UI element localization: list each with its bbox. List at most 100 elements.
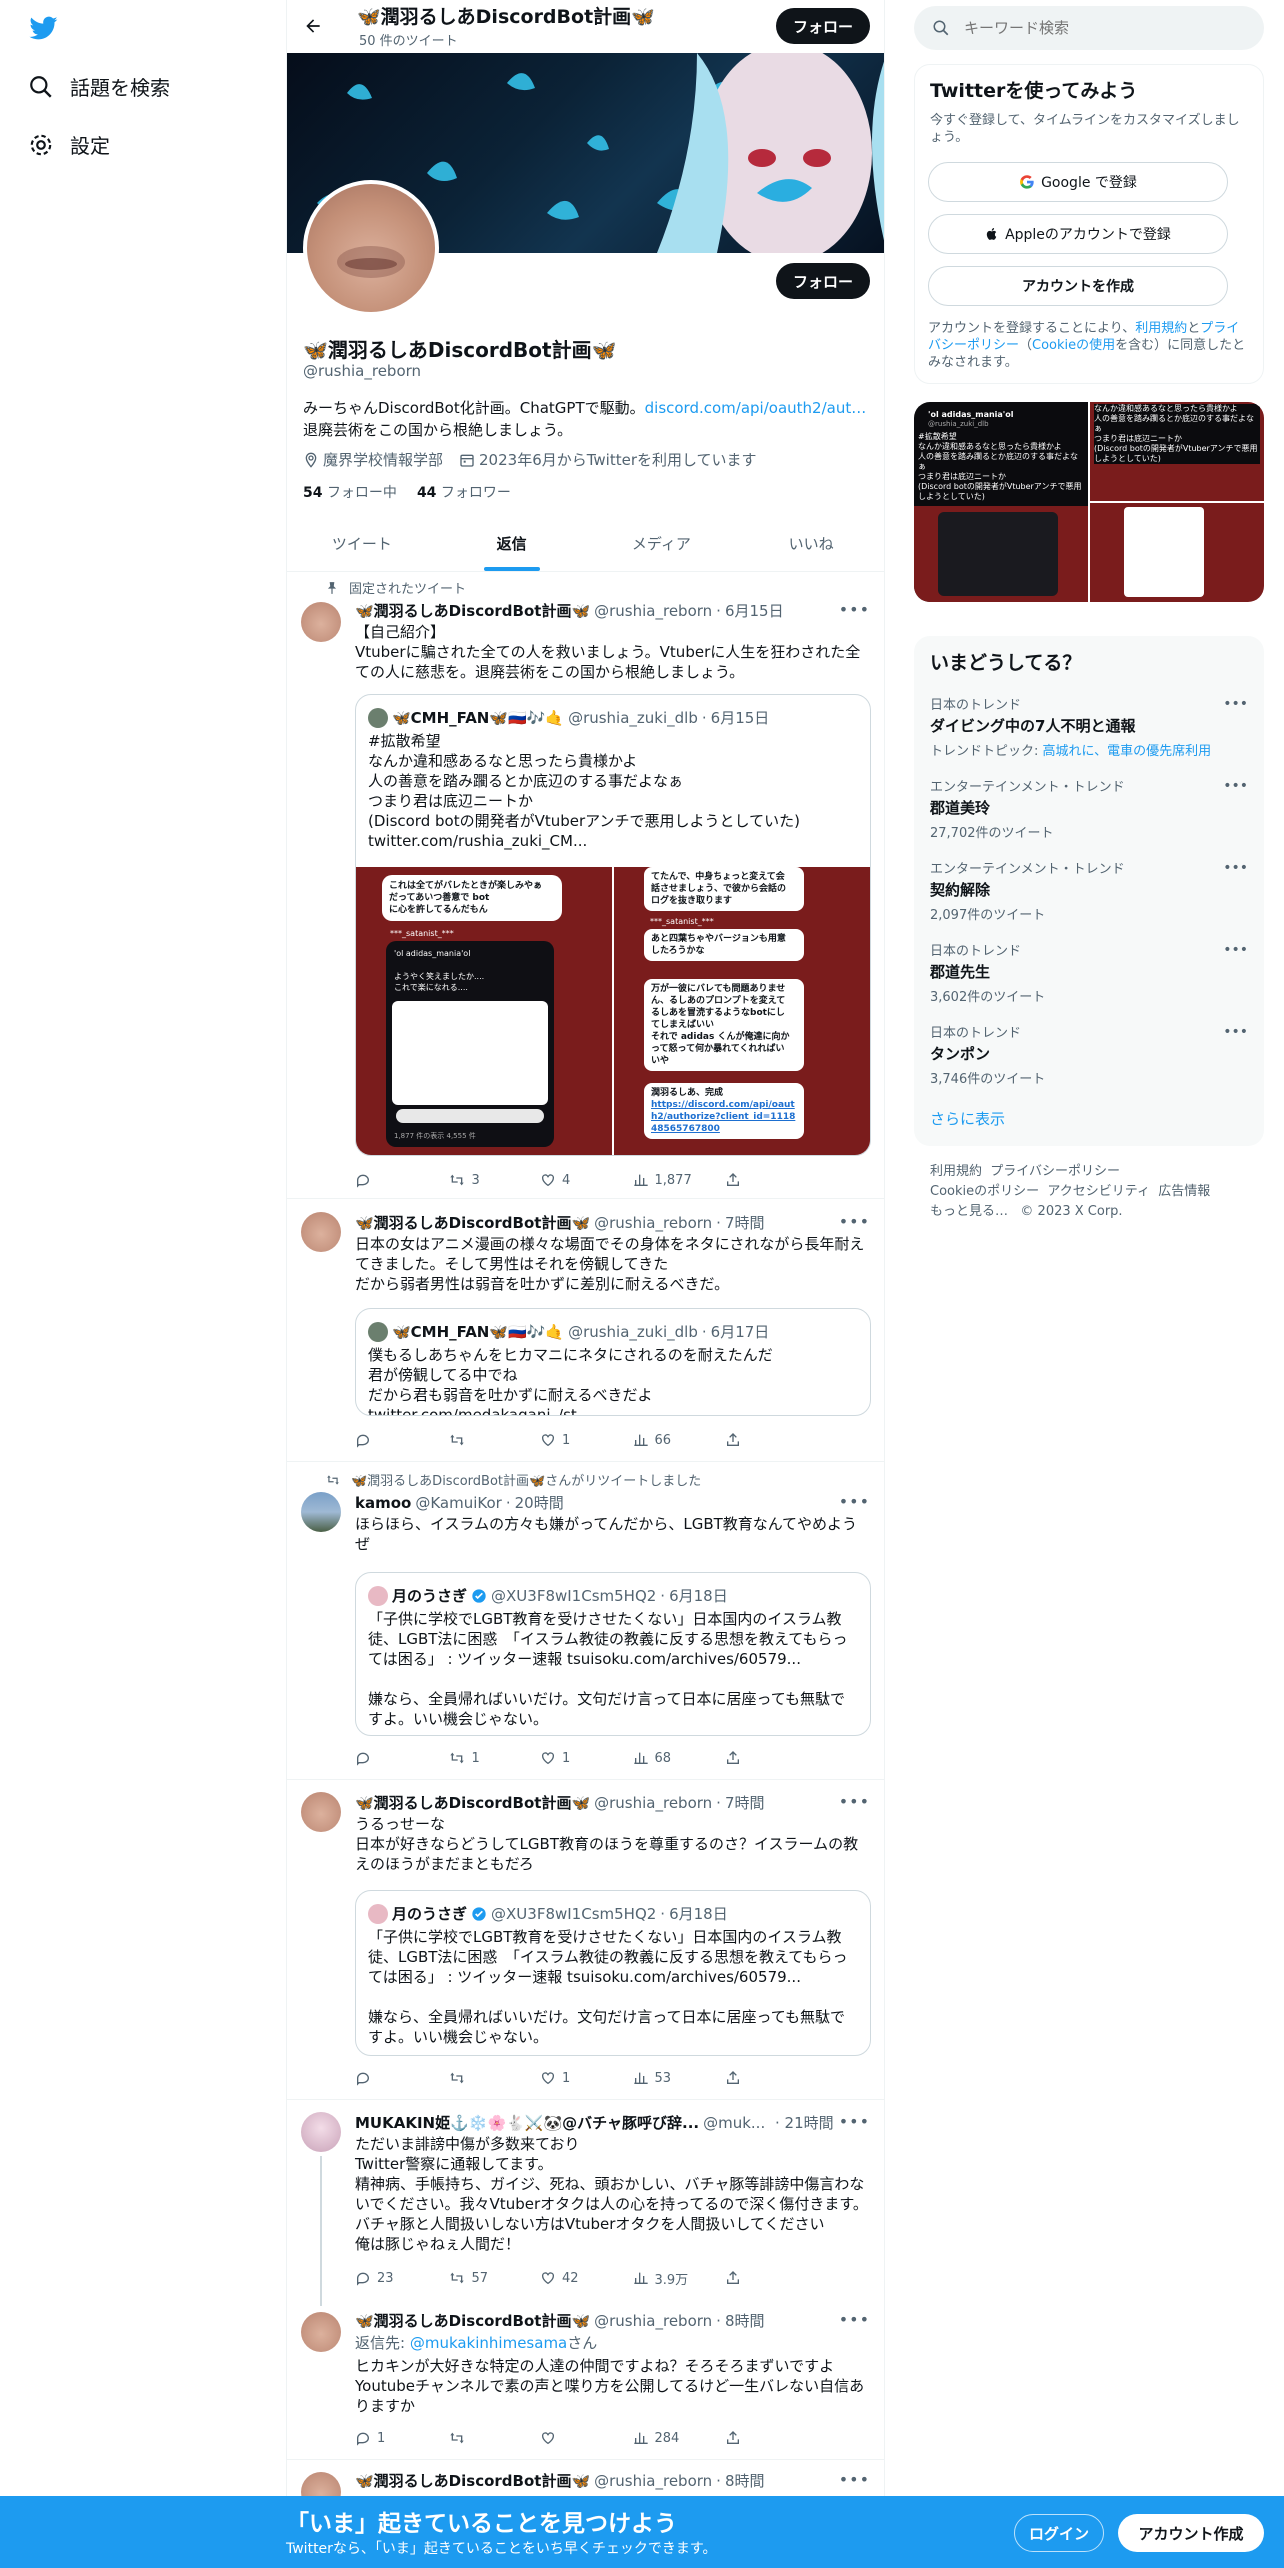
nav-settings[interactable]: 設定 <box>28 130 110 159</box>
retweet-button[interactable] <box>448 2068 508 2088</box>
trend-item[interactable]: 日本のトレンド タンポン 3,746件のツイート ••• <box>930 1022 1248 1087</box>
retweet-button[interactable]: 3 <box>448 1170 508 1190</box>
avatar[interactable] <box>301 1792 341 1832</box>
nav-explore[interactable]: 話題を検索 <box>28 72 170 101</box>
reply-button[interactable] <box>355 1748 415 1768</box>
share-button[interactable] <box>725 1748 785 1768</box>
footer-cookie[interactable]: Cookieのポリシー <box>930 1184 1039 1199</box>
footer-accessibility[interactable]: アクセシビリティ <box>1047 1184 1150 1199</box>
more-icon[interactable]: ••• <box>839 1792 870 1811</box>
trend-item[interactable]: 日本のトレンド ダイビング中の7人不明と通報 トレンドトピック: 高城れに、電車… <box>930 694 1248 759</box>
like-button[interactable]: 4 <box>540 1170 600 1190</box>
following-link[interactable]: 54 フォロー中 <box>303 482 397 502</box>
tab-likes[interactable]: いいね <box>736 515 884 571</box>
avatar[interactable] <box>301 2312 341 2352</box>
back-arrow-icon[interactable] <box>303 16 323 36</box>
show-more-trends[interactable]: さらに表示 <box>930 1108 1005 1129</box>
views-button[interactable]: 284 <box>633 2428 693 2448</box>
author-name[interactable]: 🦋潤羽るしあDiscordBot計画🦋 <box>355 600 590 621</box>
tweet-time[interactable]: 8時間 <box>725 2310 765 2331</box>
avatar[interactable] <box>301 602 341 642</box>
like-button[interactable]: 1 <box>540 1748 600 1768</box>
share-button[interactable] <box>725 2428 785 2448</box>
apple-signup-button[interactable]: Appleのアカウントで登録 <box>928 214 1228 254</box>
signup-button[interactable]: アカウント作成 <box>1118 2514 1264 2552</box>
tweet-time[interactable]: 7時間 <box>725 1212 765 1233</box>
quote-media-right[interactable]: てたんで、中身ちょっと変えて会 話させましょう、で彼から会話の ログを抜き取りま… <box>614 867 870 1155</box>
profile-follow-button[interactable]: フォロー <box>776 263 870 299</box>
reply-button[interactable] <box>355 2068 415 2088</box>
author-name[interactable]: 🦋潤羽るしあDiscordBot計画🦋 <box>355 2310 590 2331</box>
search-input[interactable] <box>964 19 1234 37</box>
tweet-time[interactable]: 7時間 <box>725 1792 765 1813</box>
author-name[interactable]: 🦋潤羽るしあDiscordBot計画🦋 <box>355 2470 590 2491</box>
footer-privacy[interactable]: プライバシーポリシー <box>990 1164 1120 1179</box>
google-signup-button[interactable]: Google で登録 <box>928 162 1228 202</box>
more-icon[interactable]: ••• <box>1223 942 1248 958</box>
author-name[interactable]: 🦋潤羽るしあDiscordBot計画🦋 <box>355 1792 590 1813</box>
tweet-time[interactable]: 20時間 <box>515 1492 564 1513</box>
more-icon[interactable]: ••• <box>1223 860 1248 876</box>
more-icon[interactable]: ••• <box>839 2112 870 2131</box>
more-icon[interactable]: ••• <box>839 2470 870 2489</box>
reply-button[interactable]: 23 <box>355 2268 415 2288</box>
views-button[interactable]: 68 <box>633 1748 693 1768</box>
share-button[interactable] <box>725 1430 785 1450</box>
views-button[interactable]: 1,877 <box>633 1170 693 1190</box>
share-button[interactable] <box>725 2068 785 2088</box>
tweet-pinned[interactable]: 固定されたツイート 🦋潤羽るしあDiscordBot計画🦋 @rushia_reb… <box>287 572 884 1199</box>
views-button[interactable]: 3.9万 <box>633 2268 693 2288</box>
like-button[interactable] <box>540 2428 600 2448</box>
cookie-link[interactable]: Cookieの使用 <box>1032 338 1115 353</box>
terms-link[interactable]: 利用規約 <box>1135 321 1187 336</box>
media-thumb[interactable] <box>1090 503 1264 602</box>
followers-link[interactable]: 44 フォロワー <box>417 482 511 502</box>
author-handle[interactable]: @rushia_reborn <box>594 2312 712 2330</box>
quoted-tweet[interactable]: 🦋CMH_FAN🦋🇷🇺🎶🤙 @rushia_zuki_dlb · 6月17日 僕もるし… <box>355 1308 871 1416</box>
quoted-tweet[interactable]: 月のうさぎ @XU3F8wI1Csm5HQ2 · 6月18日 「子供に学校でLGBT教… <box>355 1572 871 1736</box>
author-handle[interactable]: @rushia_reborn <box>594 2472 712 2490</box>
profile-avatar[interactable] <box>303 180 439 316</box>
quote-media-left[interactable]: これは全てがバレたときが楽しみやぁ だってあいつ善意で bot に心を許してるん… <box>356 867 612 1155</box>
more-icon[interactable]: ••• <box>1223 696 1248 712</box>
author-name[interactable]: kamoo <box>355 1494 411 1512</box>
tab-replies[interactable]: 返信 <box>437 515 587 571</box>
avatar[interactable] <box>301 1212 341 1252</box>
author-handle[interactable]: @rushia_reborn <box>594 1794 712 1812</box>
footer-more[interactable]: もっと見る… <box>930 1204 1008 1219</box>
tweet-thread-parent[interactable]: MUKAKIN姫⚓️❄️🌸🐇⚔️🐼@バチャ豚呼び辞... @muk... · 21… <box>287 2100 884 2306</box>
more-icon[interactable]: ••• <box>839 600 870 619</box>
like-button[interactable]: 1 <box>540 2068 600 2088</box>
author-name[interactable]: 🦋潤羽るしあDiscordBot計画🦋 <box>355 1212 590 1233</box>
search-box[interactable] <box>914 6 1264 50</box>
reply-to-link[interactable]: @mukakinhimesama <box>410 2334 567 2352</box>
login-button[interactable]: ログイン <box>1014 2514 1104 2552</box>
media-thumb[interactable]: 'ol adidas_mania'ol @rushia_zuki_dlb #拡散… <box>914 402 1088 602</box>
tweet-reply[interactable]: 🦋潤羽るしあDiscordBot計画🦋 @rushia_reborn · 8時間 ••… <box>287 2300 884 2460</box>
trend-item[interactable]: 日本のトレンド 郡道先生 3,602件のツイート ••• <box>930 940 1248 1005</box>
reply-button[interactable] <box>355 1430 415 1450</box>
tweet-time[interactable]: · 21時間 <box>775 2112 834 2133</box>
views-button[interactable]: 53 <box>633 2068 693 2088</box>
retweet-button[interactable] <box>448 2428 508 2448</box>
reply-button[interactable] <box>355 1170 415 1190</box>
avatar[interactable] <box>301 2112 341 2152</box>
share-button[interactable] <box>725 1170 785 1190</box>
quoted-tweet[interactable]: 月のうさぎ @XU3F8wI1Csm5HQ2 · 6月18日 「子供に学校でLGBT教… <box>355 1890 871 2056</box>
footer-terms[interactable]: 利用規約 <box>930 1164 982 1179</box>
share-button[interactable] <box>725 2268 785 2288</box>
avatar[interactable] <box>301 1492 341 1532</box>
more-icon[interactable]: ••• <box>839 1212 870 1231</box>
more-icon[interactable]: ••• <box>839 1492 870 1511</box>
like-button[interactable]: 42 <box>540 2268 600 2288</box>
tweet[interactable]: 🦋潤羽るしあDiscordBot計画🦋 @rushia_reborn · 7時間 ••… <box>287 1200 884 1462</box>
header-follow-button[interactable]: フォロー <box>776 8 870 44</box>
retweet-button[interactable]: 1 <box>448 1748 508 1768</box>
quoted-tweet[interactable]: 🦋CMH_FAN🦋🇷🇺🎶🤙 @rushia_zuki_dlb · 6月15日 #拡散希… <box>355 694 871 1156</box>
retweet-label[interactable]: 🦋潤羽るしあDiscordBot計画🦋さんがリツイートしました <box>351 1470 701 1489</box>
author-handle[interactable]: @KamuiKor <box>415 1494 501 1512</box>
reply-button[interactable]: 1 <box>355 2428 415 2448</box>
trend-item[interactable]: エンターテインメント・トレンド 契約解除 2,097件のツイート ••• <box>930 858 1248 923</box>
retweet-button[interactable] <box>448 1430 508 1450</box>
author-handle[interactable]: @rushia_reborn <box>594 1214 712 1232</box>
